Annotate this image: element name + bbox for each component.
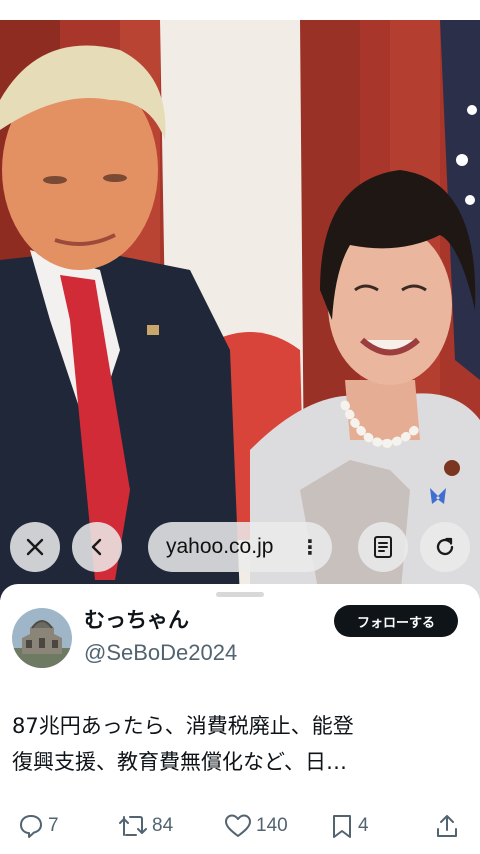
display-name[interactable]: むっちゃん [84,604,189,634]
post-text-line: 87兆円あったら、消費税廃止、能登 [12,714,354,738]
bookmark-count: 4 [358,815,369,836]
share-icon [434,813,460,839]
url-bar[interactable]: yahoo.co.jp ⋮ [148,522,332,572]
more-vertical-icon[interactable]: ⋮ [300,537,320,557]
back-button[interactable] [72,522,122,572]
like-count: 140 [256,815,288,836]
post-text[interactable]: 87兆円あったら、消費税廃止、能登 復興支援、教育費無償化など、日… [12,708,468,780]
bookmark-button[interactable]: 4 [330,810,369,842]
user-handle[interactable]: @SeBoDe2024 [84,640,237,666]
news-photo [0,20,480,600]
follow-button[interactable]: フォローする [334,605,458,637]
reply-button[interactable]: 7 [18,810,59,842]
heart-icon [224,813,252,839]
post-actions: 7 84 140 4 [0,810,480,842]
share-button[interactable] [434,810,460,842]
reload-button[interactable] [420,522,470,572]
status-bar [0,0,480,20]
like-button[interactable]: 140 [224,810,288,842]
post-sheet: むっちゃん @SeBoDe2024 フォローする 87兆円あったら、消費税廃止、… [0,584,480,854]
close-button[interactable] [10,522,60,572]
repost-icon [118,813,148,839]
reply-icon [18,813,44,839]
chevron-left-icon [87,537,107,557]
reply-count: 7 [48,815,59,836]
repost-count: 84 [152,815,174,836]
url-text: yahoo.co.jp [166,535,274,558]
reload-icon [433,535,457,559]
bookmark-icon [330,813,354,839]
sheet-grabber[interactable] [216,592,264,597]
avatar[interactable] [12,608,72,668]
repost-button[interactable]: 84 [118,810,173,842]
close-icon [24,536,46,558]
post-text-line: 復興支援、教育費無償化など、日… [12,750,347,774]
reader-mode-icon [372,535,394,559]
reader-mode-button[interactable] [358,522,408,572]
